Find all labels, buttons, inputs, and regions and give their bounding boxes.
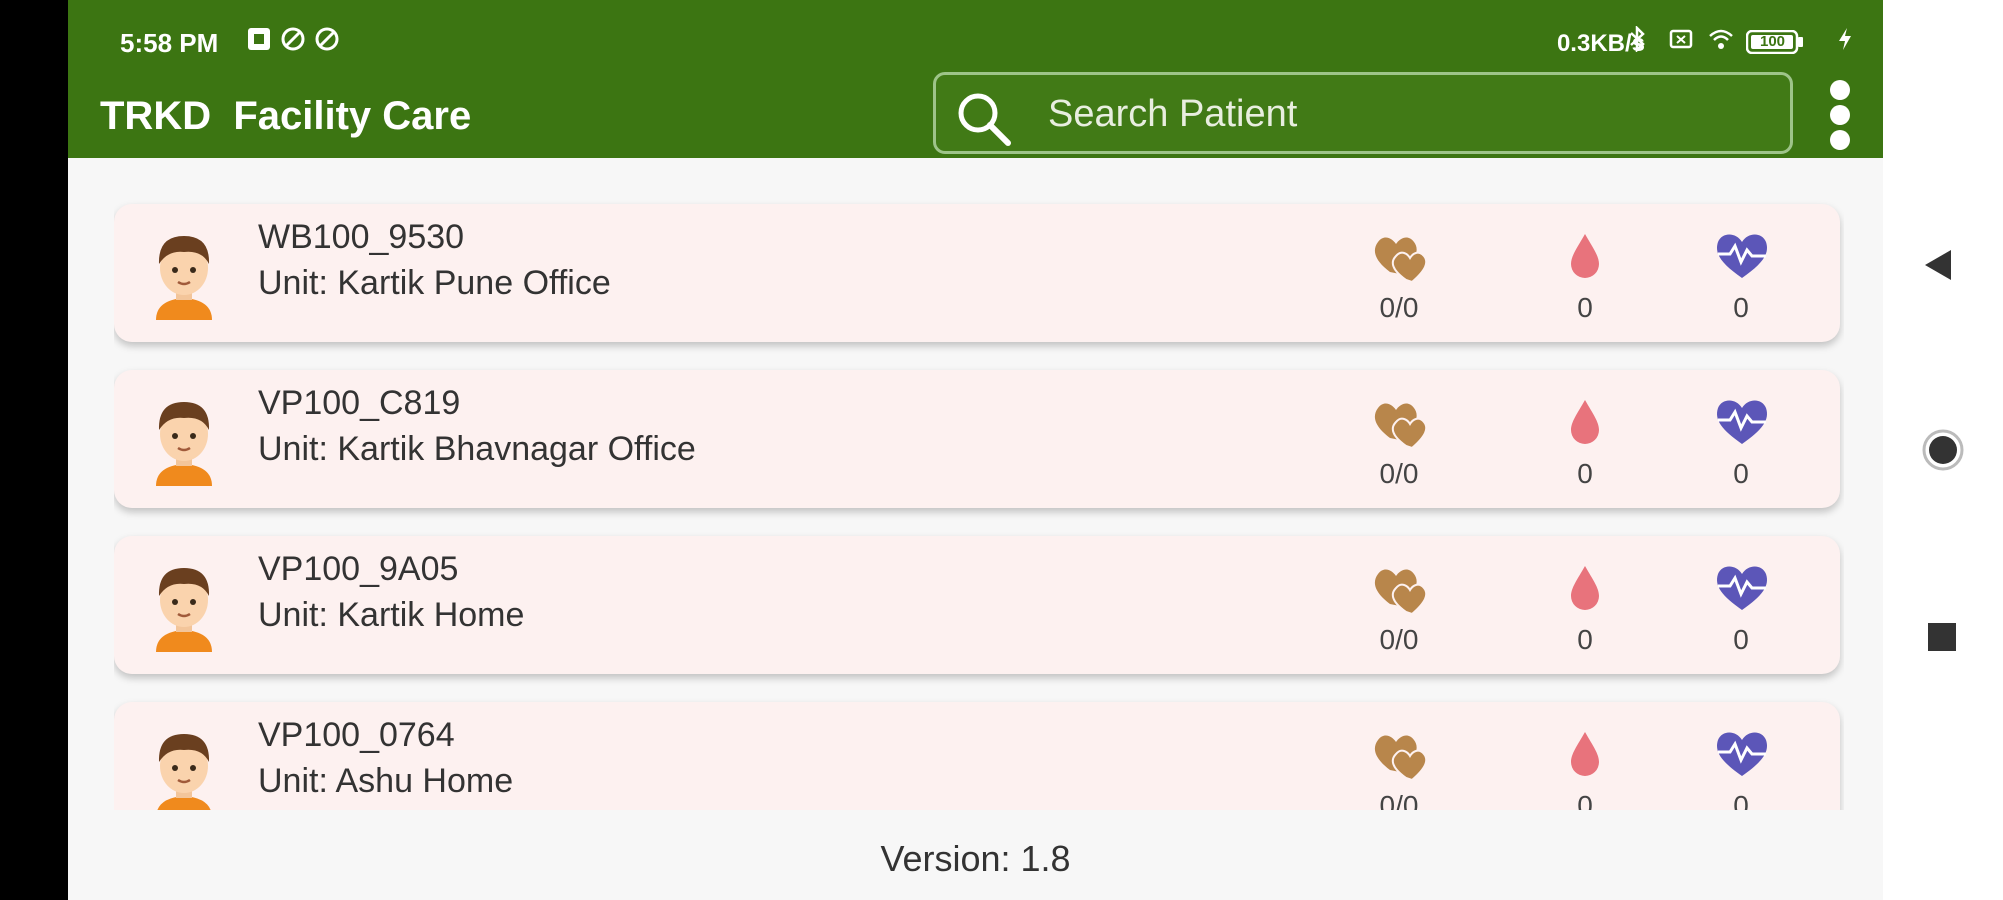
blood-drop-icon (1571, 732, 1599, 776)
patient-unit: Unit: Kartik Home (258, 596, 525, 634)
search-placeholder: Search Patient (1048, 93, 1298, 135)
hearts-icon (1374, 403, 1428, 448)
patient-id: VP100_0764 (258, 716, 455, 754)
pulse-value: 0 (1733, 292, 1749, 323)
footer: Version: 1.8 (68, 810, 1883, 900)
home-icon[interactable] (1921, 428, 1965, 472)
app-version: Version: 1.8 (880, 838, 1071, 879)
blood-drop-icon (1571, 234, 1599, 278)
bp-value: 0/0 (1379, 624, 1419, 655)
hearts-icon (1374, 735, 1428, 780)
sugar-value: 0 (1577, 458, 1593, 489)
search-icon (958, 93, 1011, 146)
pulse-value: 0 (1733, 624, 1749, 655)
status-bar: 5:58 PM 0.3KB/s 100 (68, 0, 1883, 72)
sugar-value: 0 (1577, 292, 1593, 323)
patient-avatar-icon (156, 236, 212, 320)
device-bezel (0, 0, 68, 900)
sync-icon (281, 27, 305, 51)
more-vert-icon[interactable] (1828, 78, 1852, 152)
app-title: TRKD Facility Care (100, 94, 472, 138)
hearts-icon (1374, 237, 1428, 282)
patient-unit: Unit: Ashu Home (258, 762, 514, 800)
heartbeat-icon (1717, 732, 1767, 776)
patient-id: VP100_9A05 (258, 550, 459, 588)
sim-icon (1669, 29, 1693, 49)
heartbeat-icon (1717, 234, 1767, 278)
app-screen: 5:58 PM 0.3KB/s 100 TRKD Facility Care S… (68, 0, 1883, 900)
patient-card[interactable]: VP100_9A05 Unit: Kartik Home 0/0 0 0 (114, 536, 1840, 674)
pulse-value: 0 (1733, 458, 1749, 489)
search-patient-field[interactable]: Search Patient (933, 72, 1793, 154)
wifi-icon (1709, 29, 1733, 49)
back-icon[interactable] (1923, 248, 1953, 282)
heartbeat-icon (1717, 400, 1767, 444)
patient-id: VP100_C819 (258, 384, 461, 422)
sync-icon (315, 27, 339, 51)
sugar-value: 0 (1577, 790, 1593, 810)
heartbeat-icon (1717, 566, 1767, 610)
patient-avatar-icon (156, 402, 212, 486)
patient-avatar-icon (156, 568, 212, 652)
pulse-value: 0 (1733, 790, 1749, 810)
patient-card[interactable]: WB100_9530 Unit: Kartik Pune Office 0/0 … (114, 204, 1840, 342)
bp-value: 0/0 (1379, 458, 1419, 489)
recents-icon[interactable] (1927, 622, 1957, 652)
bp-value: 0/0 (1379, 292, 1419, 323)
patient-unit: Unit: Kartik Bhavnagar Office (258, 430, 696, 468)
notification-icon (248, 28, 270, 50)
patient-card[interactable]: VP100_C819 Unit: Kartik Bhavnagar Office… (114, 370, 1840, 508)
patient-card[interactable]: VP100_0764 Unit: Ashu Home 0/0 0 0 (114, 702, 1840, 810)
charging-icon (1839, 28, 1851, 50)
sugar-value: 0 (1577, 624, 1593, 655)
patient-id: WB100_9530 (258, 218, 465, 256)
app-bar: TRKD Facility Care Search Patient (68, 72, 1883, 158)
blood-drop-icon (1571, 400, 1599, 444)
system-nav-bar (1883, 0, 2003, 900)
patient-unit: Unit: Kartik Pune Office (258, 264, 611, 302)
hearts-icon (1374, 569, 1428, 614)
bp-value: 0/0 (1379, 790, 1419, 810)
status-time: 5:58 PM (120, 28, 219, 58)
bluetooth-icon (1630, 26, 1645, 52)
patient-list: WB100_9530 Unit: Kartik Pune Office 0/0 … (114, 200, 1844, 810)
patient-avatar-icon (157, 734, 211, 810)
blood-drop-icon (1571, 566, 1599, 610)
battery-level: 100 (1760, 33, 1786, 50)
